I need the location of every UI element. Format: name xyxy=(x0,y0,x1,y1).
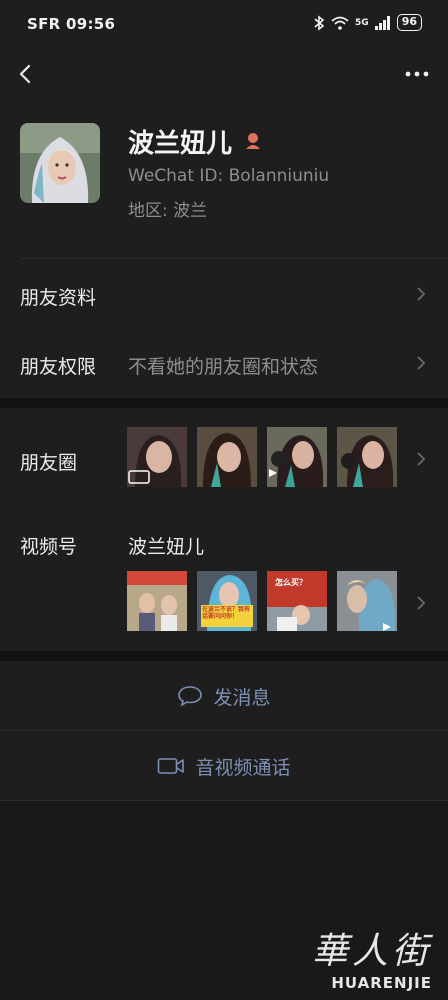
chat-bubble-icon xyxy=(178,686,203,707)
channels-row[interactable]: 视频号 波兰妞儿 在波兰不说？我有话要问问你！ 怎么买？ xyxy=(0,510,448,651)
channels-name: 波兰妞儿 xyxy=(128,536,205,558)
nav-bar xyxy=(0,50,448,100)
chevron-right-icon xyxy=(417,452,426,466)
channel-thumb xyxy=(127,571,187,631)
contact-name: 波兰妞儿 xyxy=(128,129,233,159)
channel-thumb: 怎么买？ xyxy=(267,571,327,631)
bluetooth-icon xyxy=(314,14,325,31)
wifi-icon xyxy=(331,16,349,30)
send-message-button[interactable]: 发消息 xyxy=(0,661,448,731)
female-icon xyxy=(246,133,260,149)
friend-permissions-label: 朋友权限 xyxy=(20,356,97,378)
friend-permissions-row[interactable]: 朋友权限 不看她的朋友圈和状态 xyxy=(0,327,448,398)
moments-thumb xyxy=(197,427,257,487)
status-carrier-time: SFR 09:56 xyxy=(27,15,116,33)
moments-label: 朋友圈 xyxy=(20,452,78,474)
more-dots-icon[interactable] xyxy=(404,62,430,86)
channels-label: 视频号 xyxy=(20,536,78,558)
channel-thumb-text: 在波兰不说？我有话要问问你！ xyxy=(202,606,251,620)
wechat-id: WeChat ID: Bolanniuniu xyxy=(128,166,330,186)
send-message-label: 发消息 xyxy=(213,686,271,709)
section-gap xyxy=(0,398,448,408)
divider xyxy=(0,800,448,801)
watermark-cn: 華人街 xyxy=(311,931,432,972)
video-call-button[interactable]: 音视频通话 xyxy=(0,731,448,801)
channels-thumbnails: 在波兰不说？我有话要问问你！ 怎么买？ xyxy=(127,571,397,631)
back-arrow-icon[interactable] xyxy=(14,62,38,86)
region: 地区: 波兰 xyxy=(128,201,208,221)
status-icons: 5G 96 xyxy=(313,14,422,31)
friend-info-row[interactable]: 朋友资料 xyxy=(0,259,448,327)
video-camera-icon xyxy=(158,758,185,774)
watermark: 華人街 HUARENJIE xyxy=(288,922,438,992)
status-bar: SFR 09:56 5G 96 xyxy=(0,0,448,50)
moments-row[interactable]: 朋友圈 xyxy=(0,408,448,510)
chevron-right-icon xyxy=(417,596,426,610)
watermark-en: HUARENJIE xyxy=(331,974,432,992)
network-label: 5G xyxy=(355,17,369,28)
moments-thumb xyxy=(127,427,187,487)
friend-info-label: 朋友资料 xyxy=(20,287,97,309)
video-call-label: 音视频通话 xyxy=(195,756,291,779)
battery-indicator: 96 xyxy=(396,14,422,31)
channel-thumb xyxy=(337,571,397,631)
signal-icon xyxy=(374,15,390,30)
moments-thumbnails xyxy=(127,427,397,487)
chevron-right-icon xyxy=(417,287,426,301)
channel-thumb: 在波兰不说？我有话要问问你！ xyxy=(197,571,257,631)
channel-thumb-text: 怎么买？ xyxy=(275,578,307,587)
moments-thumb xyxy=(267,427,327,487)
permissions-value: 不看她的朋友圈和状态 xyxy=(128,356,319,378)
section-gap xyxy=(0,651,448,661)
chevron-right-icon xyxy=(417,356,426,370)
moments-thumb xyxy=(337,427,397,487)
profile-header: 波兰妞儿 WeChat ID: Bolanniuniu 地区: 波兰 xyxy=(0,100,448,258)
avatar[interactable] xyxy=(20,123,100,203)
